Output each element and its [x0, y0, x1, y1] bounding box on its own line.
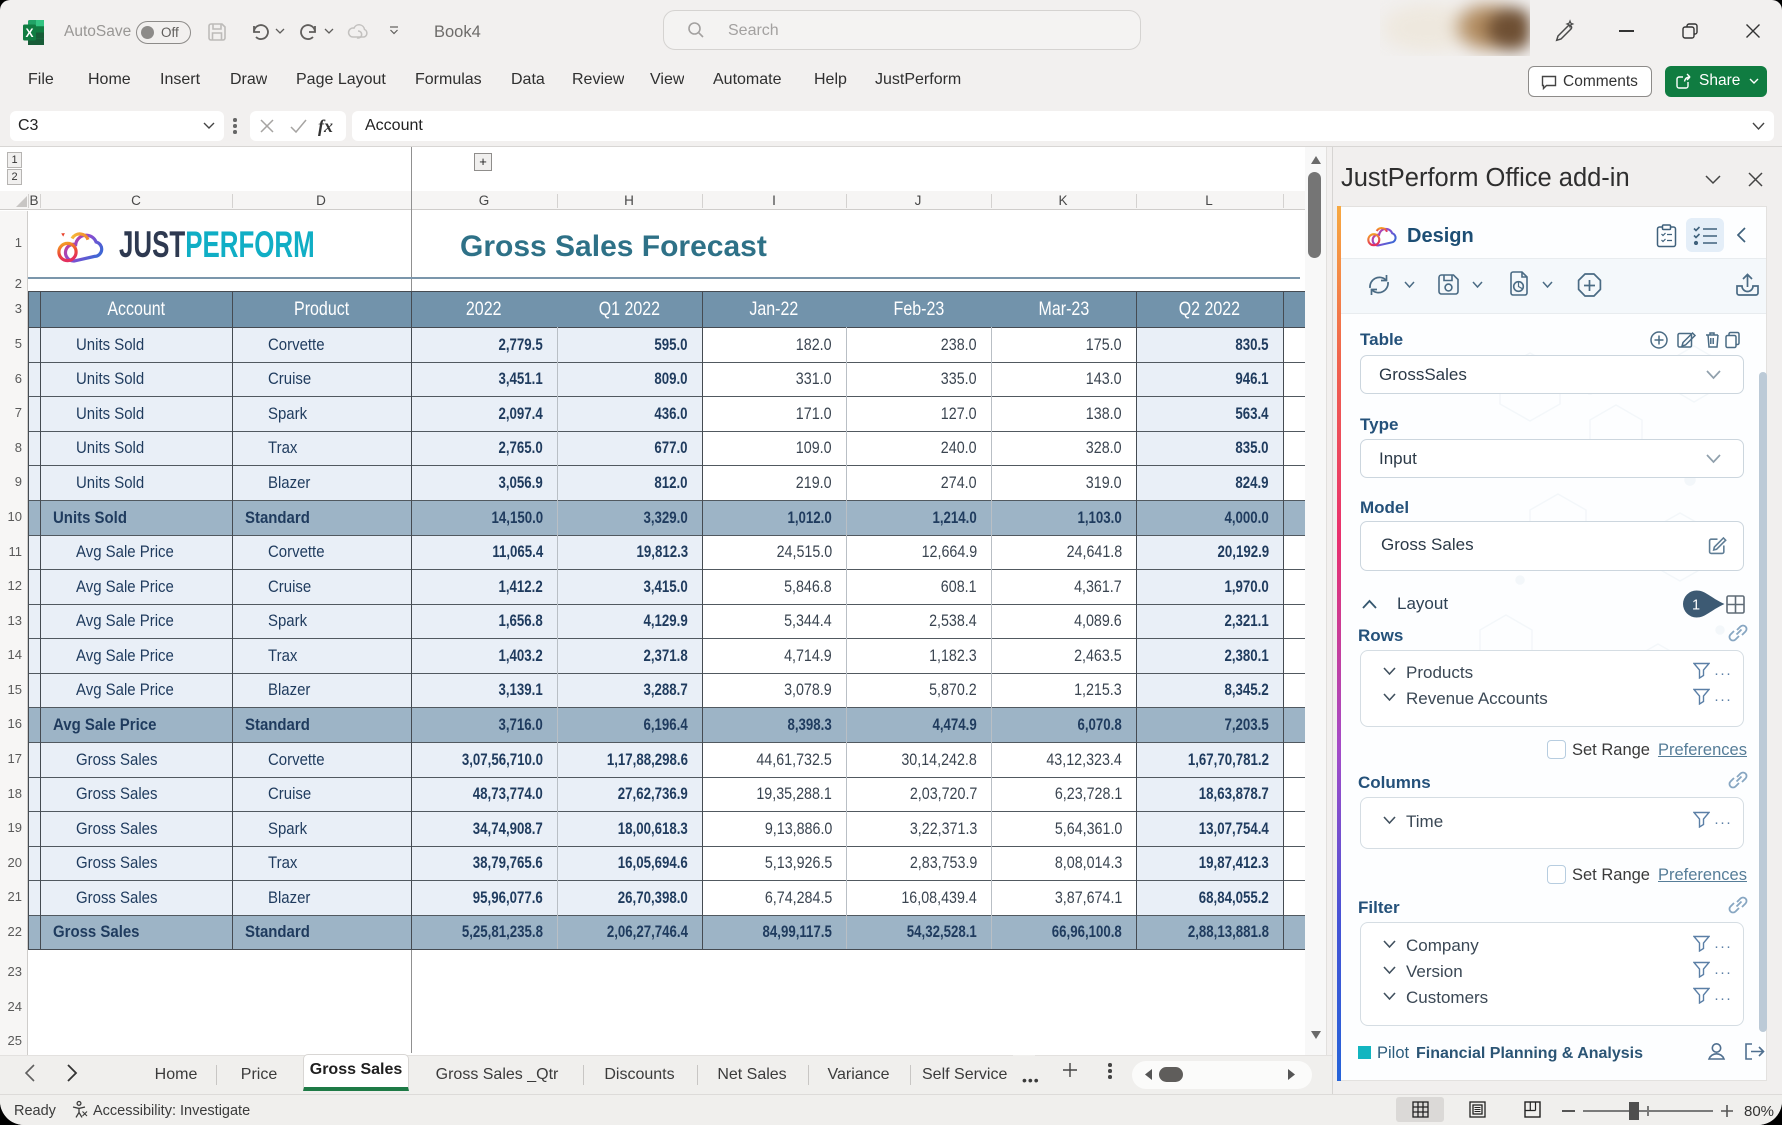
svg-text:X: X: [25, 26, 33, 40]
svg-text:1: 1: [1692, 598, 1700, 614]
